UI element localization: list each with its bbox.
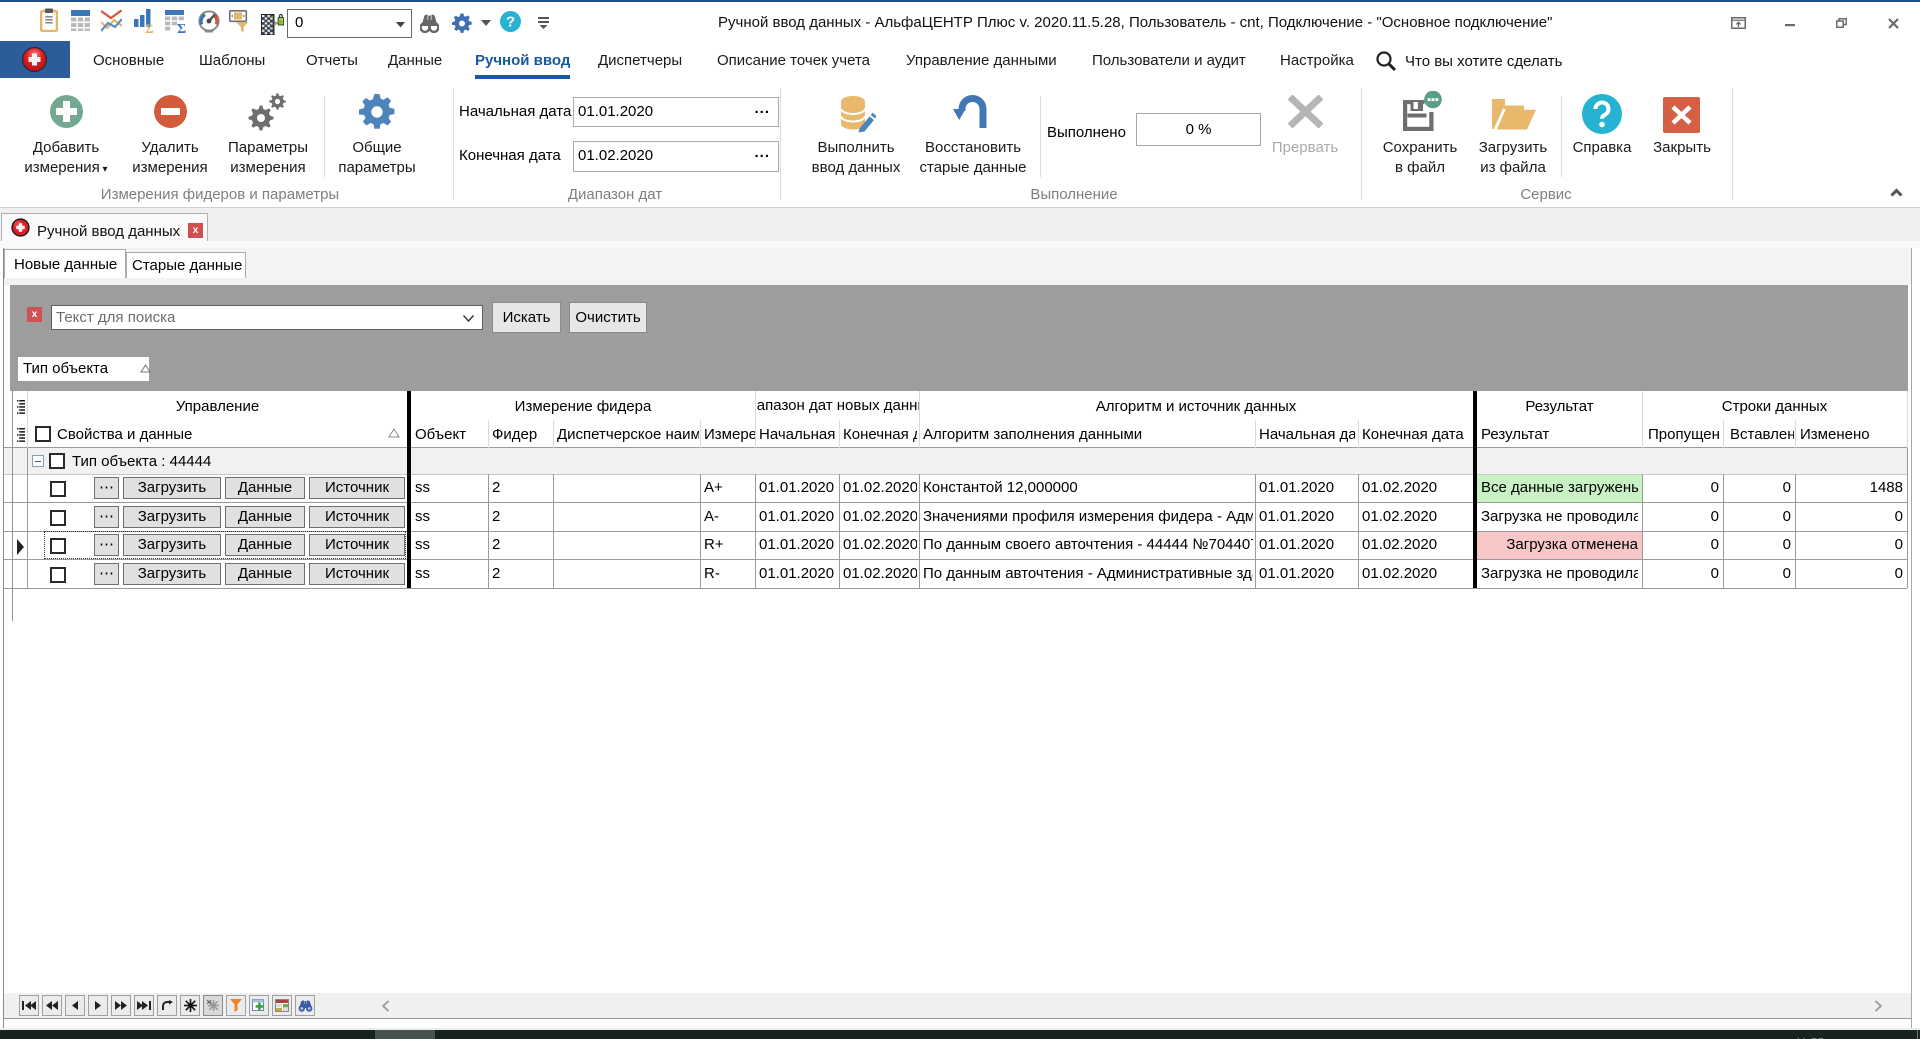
svg-text:Σ: Σ bbox=[145, 21, 153, 33]
svg-text:?: ? bbox=[506, 14, 515, 31]
svg-text:Σ: Σ bbox=[177, 22, 186, 33]
